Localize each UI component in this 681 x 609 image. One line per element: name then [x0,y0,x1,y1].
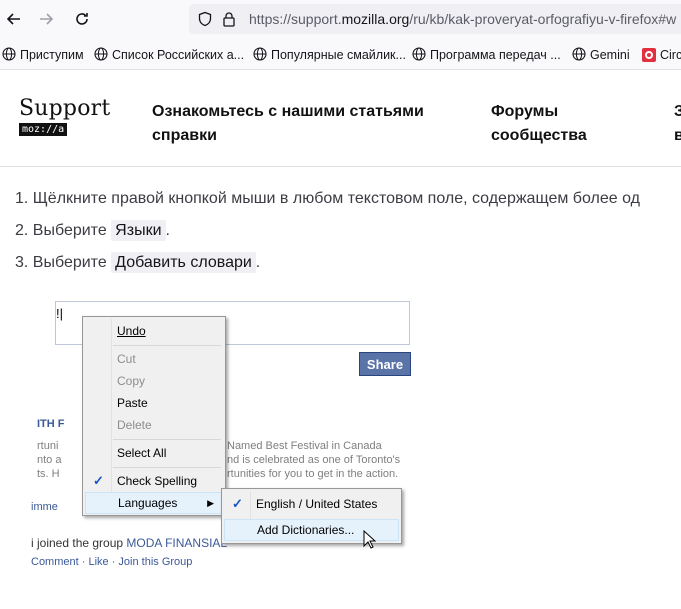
bookmark-item[interactable]: Circ [642,46,681,64]
menu-separator [113,345,221,346]
menu-item-cut: Cut [117,352,136,366]
bookmark-label: Программа передач ... [430,48,561,62]
activity-actions: Comment · Like · Join this Group [31,556,193,568]
menu-label: Check Spelling [117,474,198,488]
bookmark-label: Список Российских а... [112,48,245,62]
bookmark-label: Популярные смайлик... [271,48,406,62]
menu-label: English / United States [256,497,378,511]
circle-logo-icon [642,48,656,62]
comment-link: imme [31,501,58,513]
step-2: 2. Выберите Языки. [15,220,170,241]
menu-item-check-spelling: ✓ Check Spelling [85,470,223,492]
menu-item-paste: Paste [117,396,148,410]
submenu-arrow-icon: ▶ [207,497,214,508]
browser-toolbar: https://support.mozilla.org/ru/kb/kak-pr… [0,0,681,38]
nav-community-forums[interactable]: Форумы сообщества [491,100,621,148]
post-text-line: rtunities for you to get in the action. [227,468,399,480]
post-text-line: rtuni [37,440,59,452]
shield-icon[interactable] [197,11,213,32]
bookmark-label: Приступим [20,48,84,62]
nav-more[interactable]: З в [674,100,681,148]
post-text-line: ts. H [37,468,60,480]
logo-wordmark[interactable]: Support [19,96,110,121]
group-link: MODA FINANSIAL [126,536,228,550]
menu-item-copy: Copy [117,374,146,388]
back-arrow-icon[interactable] [2,7,26,31]
menu-item-english: ✓ English / United States [224,493,399,515]
menu-label: Languages [118,496,178,510]
bookmark-item[interactable]: Список Российских а... [94,46,244,64]
share-button: Share [359,352,411,376]
step-2-menu-label: Языки [111,220,166,241]
post-text-line: nto a [37,454,62,466]
activity-text: i joined the group [31,536,127,550]
menu-separator [113,439,221,440]
post-text-line: nd is celebrated as one of Toronto's [227,454,401,466]
mouse-cursor-icon [363,529,377,555]
step-2-text: 2. Выберите [15,222,112,239]
globe-icon [94,46,108,64]
forward-arrow-icon[interactable] [34,7,58,31]
menu-item-delete: Delete [117,418,152,432]
bookmark-item[interactable]: Программа передач ... [412,46,561,64]
step-2-period: . [165,222,170,239]
step-3-period: . [255,254,261,271]
url-prefix: https://support. [249,11,342,27]
url-domain: mozilla.org [341,11,410,27]
context-menu: Undo Cut Copy Paste Delete Select All ✓ … [82,316,226,516]
menu-item-undo: Undo [85,320,146,342]
activity-line: i joined the group MODA FINANSIAL [31,536,227,550]
step-3-text: 3. Выберите [15,254,112,271]
site-header: Support moz://a Ознакомьтесь с нашими ст… [0,70,681,167]
globe-icon [572,46,586,64]
url-bar[interactable]: https://support.mozilla.org/ru/kb/kak-pr… [189,4,681,34]
url-text: https://support.mozilla.org/ru/kb/kak-pr… [249,11,676,27]
globe-icon [253,46,267,64]
reload-icon[interactable] [70,7,94,31]
menu-label: Add Dictionaries... [257,523,355,537]
checkmark-icon: ✓ [232,496,243,511]
step-1: 1. Щёлкните правой кнопкой мыши в любом … [15,190,640,207]
url-path: /ru/kb/kak-proveryat-orfografiyu-v-firef… [409,11,677,27]
nav-knowledge-base[interactable]: Ознакомьтесь с нашими статьями справки [152,100,452,148]
mozilla-logo[interactable]: moz://a [19,123,68,136]
checkmark-icon: ✓ [93,473,104,488]
bookmarks-bar: Приступим Список Российских а... Популяр… [0,38,681,70]
globe-icon [2,46,16,64]
bookmark-item[interactable]: Приступим [2,46,84,64]
post-text-line: Named Best Festival in Canada [227,440,382,452]
post-heading: ITH F [37,418,65,430]
globe-icon [412,46,426,64]
step-3-menu-label: Добавить словари [111,252,256,273]
bookmark-item[interactable]: Gemini [572,46,630,64]
article-screenshot: !| Share ITH F rtuni Named Best Festival… [31,284,431,584]
bookmark-item[interactable]: Популярные смайлик... [253,46,406,64]
step-3: 3. Выберите Добавить словари. [15,252,261,273]
bookmark-label: Gemini [590,48,630,62]
lock-icon[interactable] [222,11,236,32]
bookmark-label: Circ [660,48,681,62]
menu-item-select-all: Select All [117,446,167,460]
menu-separator [113,467,221,468]
menu-item-languages: Languages ▶ [85,492,223,514]
menu-label: Undo [117,324,146,338]
